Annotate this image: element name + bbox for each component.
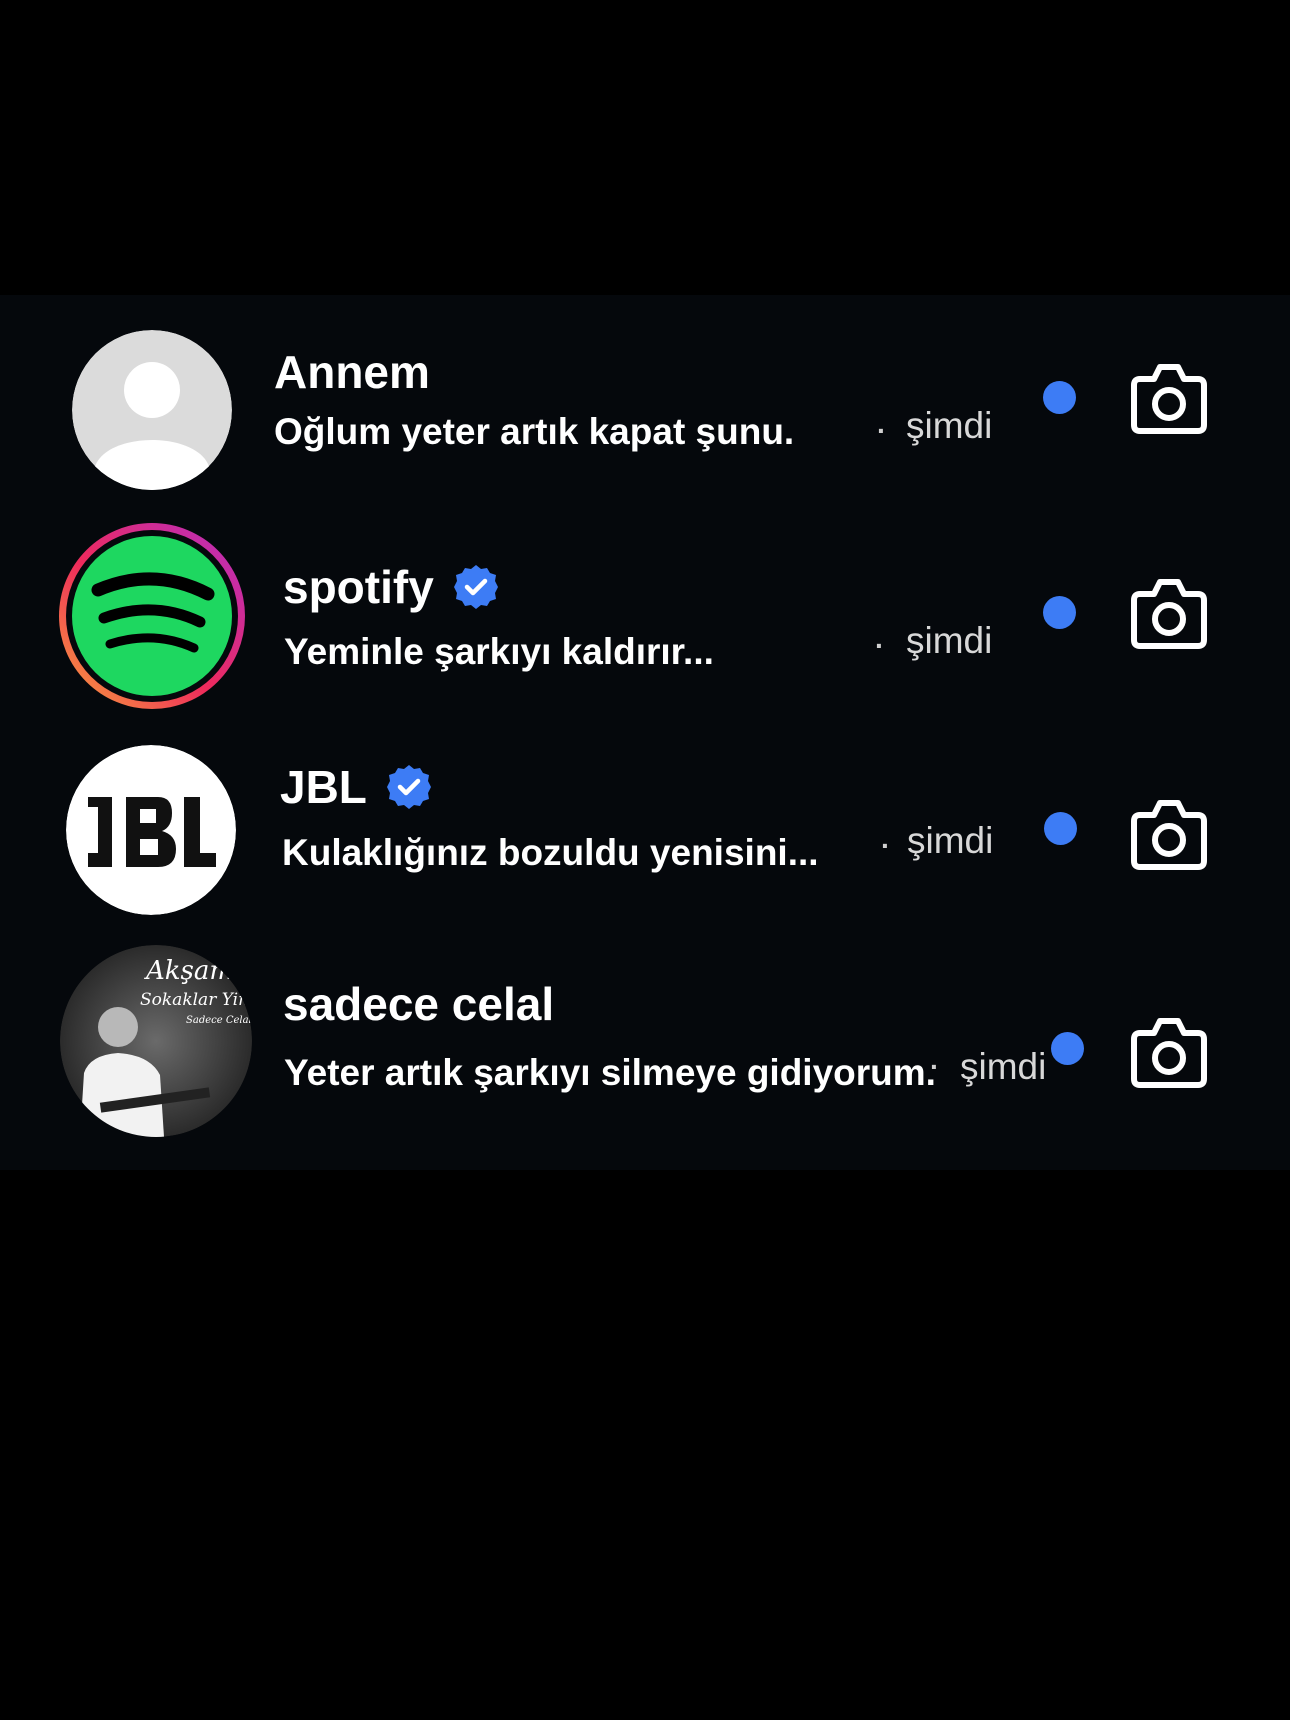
jbl-logo-icon [66, 745, 236, 915]
verified-badge-icon [386, 765, 431, 809]
conversation-row-jbl[interactable]: JBL Kulaklığınız bozuldu yenisini... · ş… [0, 730, 1290, 930]
conversation-row-sadece-celal[interactable]: Akşam Sokaklar Yine Sadece Celal sadece … [0, 935, 1290, 1145]
camera-icon[interactable] [1130, 797, 1208, 871]
separator-dot: · [881, 830, 891, 861]
conversation-name-text: Annem [274, 346, 430, 398]
timestamp: şimdi [960, 1046, 1047, 1087]
timestamp: şimdi [907, 820, 994, 861]
separator-dot: · [930, 1051, 940, 1082]
unread-indicator [1051, 1032, 1084, 1065]
cover-subtitle-text: Sokaklar Yine [140, 990, 252, 1010]
avatar-jbl[interactable] [66, 745, 236, 915]
conversation-name-text: spotify [283, 561, 434, 613]
default-person-icon [72, 330, 232, 490]
timestamp: şimdi [906, 405, 993, 446]
conversation-name: Annem [274, 345, 430, 399]
cover-title-text: Akşam [144, 956, 234, 986]
camera-icon[interactable] [1130, 361, 1208, 435]
message-preview: Oğlum yeter artık kapat şunu. [274, 411, 795, 452]
camera-icon[interactable] [1130, 576, 1208, 650]
messages-list: Annem Oğlum yeter artık kapat şunu. · şi… [0, 295, 1290, 1170]
unread-indicator [1043, 381, 1076, 414]
screen: Annem Oğlum yeter artık kapat şunu. · şi… [0, 0, 1290, 1720]
conversation-row-annem[interactable]: Annem Oğlum yeter artık kapat şunu. · şi… [0, 295, 1290, 495]
unread-indicator [1043, 596, 1076, 629]
cover-artist-text: Sadece Celal [186, 1015, 252, 1026]
conversation-name: sadece celal [283, 977, 554, 1031]
camera-icon[interactable] [1130, 1015, 1208, 1089]
avatar-spotify[interactable] [56, 520, 248, 712]
verified-badge-icon [453, 565, 498, 609]
message-preview: Yeter artık şarkıyı silmeye gidiyorum. [284, 1052, 936, 1093]
conversation-name: JBL [280, 760, 433, 814]
conversation-row-spotify[interactable]: spotify Yeminle şarkıyı kaldırır... · şi… [0, 510, 1290, 710]
unread-indicator [1044, 812, 1077, 845]
avatar-default-person[interactable] [72, 330, 232, 490]
message-preview: Yeminle şarkıyı kaldırır... [284, 631, 714, 672]
conversation-name: spotify [283, 560, 500, 614]
separator-dot: · [877, 415, 887, 446]
separator-dot: · [875, 630, 885, 661]
avatar-sadece-celal[interactable]: Akşam Sokaklar Yine Sadece Celal [60, 945, 252, 1137]
conversation-name-text: sadece celal [283, 978, 555, 1030]
spotify-logo-icon [59, 523, 245, 709]
album-cover-photo: Akşam Sokaklar Yine Sadece Celal [60, 945, 252, 1137]
message-preview: Kulaklığınız bozuldu yenisini... [282, 832, 819, 873]
conversation-name-text: JBL [280, 761, 367, 813]
timestamp: şimdi [906, 620, 993, 661]
